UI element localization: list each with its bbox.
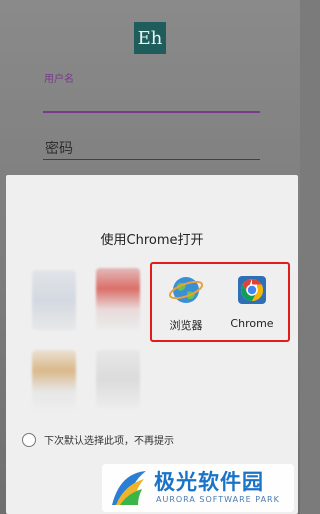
remember-choice-row[interactable]: 下次默认选择此项，不再提示 xyxy=(22,432,174,447)
username-field[interactable] xyxy=(43,111,260,113)
watermark-name: 极光软件园 xyxy=(154,470,264,494)
blurred-app-icon[interactable] xyxy=(96,350,140,408)
blurred-app-icon[interactable] xyxy=(32,350,76,412)
sheet-title: 使用Chrome打开 xyxy=(100,233,204,248)
password-underline xyxy=(43,159,260,160)
blurred-app-icon[interactable] xyxy=(96,268,140,330)
remember-radio[interactable] xyxy=(22,432,36,447)
username-label: 用户名 xyxy=(44,74,74,85)
watermark-subtitle: AURORA SOFTWARE PARK xyxy=(156,495,280,504)
app-logo: Eh xyxy=(134,22,166,54)
aurora-logo-icon xyxy=(112,471,146,505)
remember-label: 下次默认选择此项，不再提示 xyxy=(44,436,174,447)
highlight-box xyxy=(150,262,290,342)
password-field[interactable]: 密码 xyxy=(45,138,73,158)
blurred-app-icon[interactable] xyxy=(32,270,76,330)
watermark: 极光软件园 AURORA SOFTWARE PARK xyxy=(102,464,294,512)
